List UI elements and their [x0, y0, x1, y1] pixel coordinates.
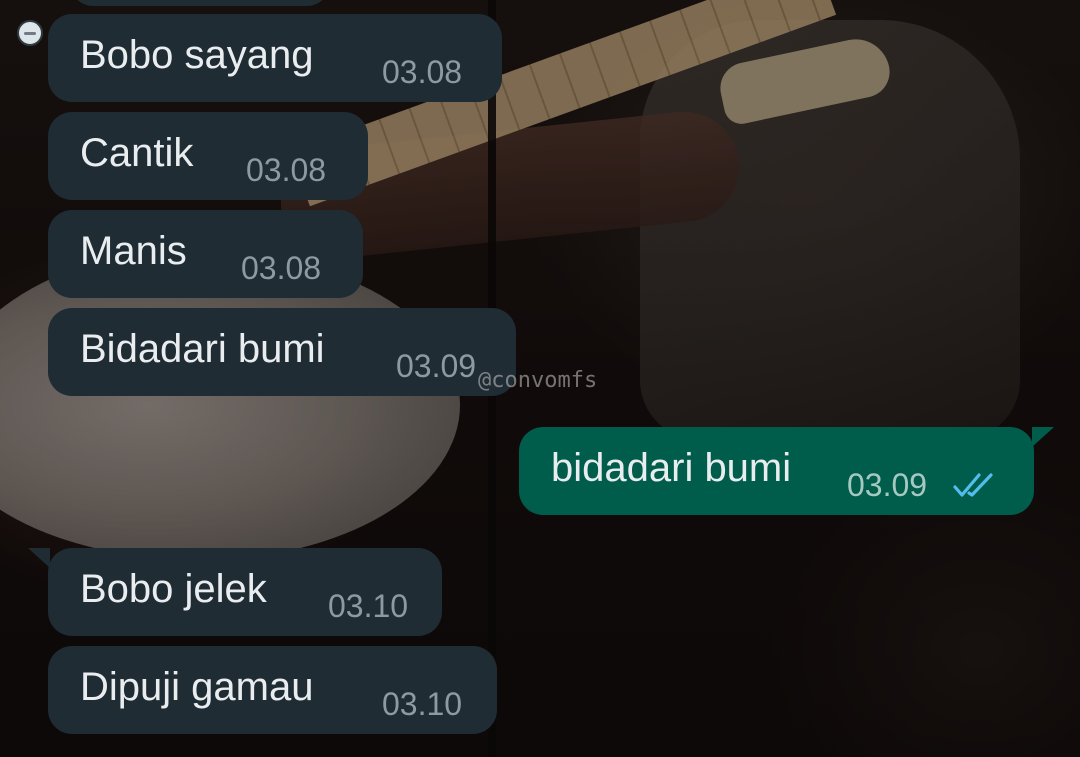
message-text: Dipuji gamau	[80, 665, 314, 709]
double-check-icon	[953, 473, 993, 497]
message-time: 03.10	[382, 686, 463, 722]
message-bubble-incoming[interactable]: Manis 03.08	[48, 210, 363, 298]
message-time: 03.08	[246, 152, 327, 188]
message-bubble-incoming[interactable]: Cantik 03.08	[48, 112, 368, 200]
previous-message-bubble[interactable]	[70, 0, 330, 6]
message-text: Bobo jelek	[80, 567, 267, 611]
emoji-reaction-icon[interactable]	[17, 20, 43, 46]
message-bubble-incoming[interactable]: Bobo sayang 03.08	[48, 14, 502, 102]
message-time: 03.09	[847, 467, 928, 503]
watermark: @convomfs	[478, 368, 598, 393]
message-bubble-incoming[interactable]: Bidadari bumi 03.09	[48, 308, 516, 396]
message-bubble-incoming[interactable]: Bobo jelek 03.10	[48, 548, 442, 636]
message-time: 03.08	[382, 54, 463, 90]
message-bubble-incoming[interactable]: Dipuji gamau 03.10	[48, 646, 497, 734]
message-bubble-outgoing[interactable]: bidadari bumi 03.09	[519, 427, 1034, 515]
message-text: Bobo sayang	[80, 33, 314, 77]
message-list[interactable]: Bobo sayang 03.08 Cantik 03.08 Manis 03.…	[0, 0, 1080, 757]
message-time: 03.08	[241, 250, 322, 286]
message-time: 03.09	[396, 348, 477, 384]
message-time: 03.10	[328, 588, 409, 624]
message-text: bidadari bumi	[551, 446, 792, 490]
message-text: Bidadari bumi	[80, 327, 325, 371]
bubble-tail-outgoing	[1032, 427, 1054, 447]
bubble-tail-incoming	[28, 548, 50, 568]
message-text: Manis	[80, 229, 187, 273]
message-text: Cantik	[80, 131, 194, 175]
